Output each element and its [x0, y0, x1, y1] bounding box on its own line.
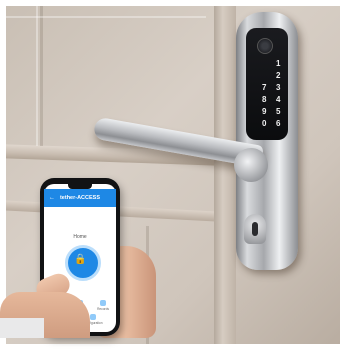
phone-notch	[68, 184, 92, 189]
keypad-digit[interactable]: 7	[262, 84, 266, 92]
keypad-digit[interactable]: 9	[262, 108, 266, 116]
keyhole-icon	[252, 222, 258, 236]
keypad-digit[interactable]: 6	[276, 120, 280, 128]
fingerprint-sensor-icon	[257, 38, 273, 54]
lock-icon: 🔒	[74, 254, 87, 265]
tab-label: Records	[97, 307, 109, 311]
door-panel-molding	[36, 6, 38, 146]
keypad-digit[interactable]: 0	[262, 120, 266, 128]
keypad-digit[interactable]: 5	[276, 108, 280, 116]
door-panel-molding-top	[6, 16, 206, 18]
screen-heading: Home	[73, 234, 87, 240]
back-arrow-icon[interactable]: ←	[49, 195, 55, 201]
configuration-tab-icon	[90, 314, 96, 320]
shirt-sleeve	[0, 318, 44, 338]
keypad-digit[interactable]: 8	[262, 96, 266, 104]
keypad-digit[interactable]: 2	[276, 72, 280, 80]
keypad-digit[interactable]: 4	[276, 96, 280, 104]
door-panel-shadow	[40, 6, 43, 146]
records-tab-icon	[100, 300, 106, 306]
keypad-digit[interactable]: 3	[276, 84, 280, 92]
handle-rosette	[234, 148, 268, 182]
door-frame	[214, 6, 236, 344]
keypad-digit[interactable]: 1	[276, 60, 280, 68]
tab-records[interactable]: Records	[92, 300, 114, 311]
